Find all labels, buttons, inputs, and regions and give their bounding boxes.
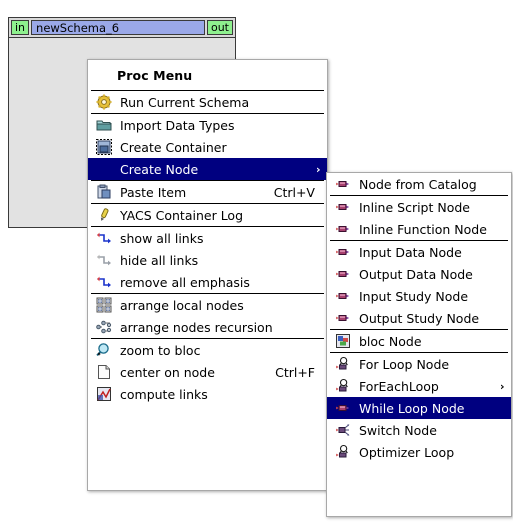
proc-menu-item-center-on-node[interactable]: center on node Ctrl+F xyxy=(88,361,327,383)
proc-menu-item-zoom-to-bloc[interactable]: zoom to bloc xyxy=(88,339,327,361)
create-node-icon xyxy=(94,161,114,177)
create-node-submenu[interactable]: Node from Catalog Inline Script Node Inlin… xyxy=(326,172,512,517)
proc-menu-item-show-all-links[interactable]: show all links xyxy=(88,227,327,249)
submenu-item-label: Output Study Node xyxy=(359,310,480,326)
submenu-item-switch-node[interactable]: Switch Node xyxy=(327,419,511,441)
submenu-item-input-study-node[interactable]: Input Study Node xyxy=(327,285,511,307)
submenu-item-label: Output Data Node xyxy=(359,266,473,282)
show-links-icon xyxy=(94,230,114,246)
log-icon xyxy=(94,207,114,223)
arrange-recursion-icon xyxy=(94,319,114,335)
proc-menu-item-compute-links[interactable]: compute links xyxy=(88,383,327,405)
proc-menu-item-label: YACS Container Log xyxy=(120,207,244,223)
proc-menu-item-hide-all-links[interactable]: hide all links xyxy=(88,249,327,271)
data-node-icon xyxy=(333,400,353,416)
loop-node-icon xyxy=(333,378,353,394)
schema-node-header: in newSchema_6 out xyxy=(9,18,235,38)
import-folder-icon xyxy=(94,117,114,133)
proc-menu-item-remove-all-emphasis[interactable]: remove all emphasis xyxy=(88,271,327,293)
hide-links-icon xyxy=(94,252,114,268)
submenu-item-label: Inline Script Node xyxy=(359,199,470,215)
proc-menu-item-label: Paste Item xyxy=(120,184,187,200)
proc-menu-title: Proc Menu xyxy=(117,68,193,83)
data-node-icon xyxy=(333,244,353,260)
submenu-item-while-loop-node[interactable]: While Loop Node xyxy=(327,397,511,419)
submenu-item-label: Switch Node xyxy=(359,422,437,438)
submenu-item-label: Input Study Node xyxy=(359,288,469,304)
proc-menu-item-yacs-container-log[interactable]: YACS Container Log xyxy=(88,204,327,226)
proc-menu-item-label: arrange local nodes xyxy=(120,297,244,313)
paste-icon xyxy=(94,184,114,200)
data-node-icon xyxy=(333,199,353,215)
page-icon xyxy=(94,364,114,380)
data-node-icon xyxy=(333,288,353,304)
schema-node-title[interactable]: newSchema_6 xyxy=(31,20,205,35)
proc-menu-item-label: zoom to bloc xyxy=(120,342,201,358)
submenu-item-optimizer-loop[interactable]: Optimizer Loop xyxy=(327,441,511,463)
submenu-item-label: bloc Node xyxy=(359,333,422,349)
submenu-item-label: Node from Catalog xyxy=(359,176,477,192)
proc-menu-item-label: Create Node xyxy=(120,161,199,177)
submenu-item-for-loop-node[interactable]: For Loop Node xyxy=(327,353,511,375)
gear-icon xyxy=(94,94,114,110)
schema-out-port[interactable]: out xyxy=(206,20,233,35)
proc-menu-item-arrange-nodes-recursion[interactable]: arrange nodes recursion xyxy=(88,316,327,338)
submenu-item-inline-script-node[interactable]: Inline Script Node xyxy=(327,196,511,218)
proc-menu-item-arrange-local-nodes[interactable]: arrange local nodes xyxy=(88,294,327,316)
proc-menu-item-label: Run Current Schema xyxy=(120,94,250,110)
proc-context-menu[interactable]: Proc Menu Run Current Schema Import Data … xyxy=(87,59,328,491)
data-node-icon xyxy=(333,176,353,192)
data-node-icon xyxy=(333,221,353,237)
submenu-arrow-icon: ‹ xyxy=(316,162,321,176)
bloc-node-icon xyxy=(333,333,353,349)
submenu-item-foreachloop[interactable]: ForEachLoop ‹ xyxy=(327,375,511,397)
data-node-icon xyxy=(333,310,353,326)
submenu-item-label: Input Data Node xyxy=(359,244,462,260)
proc-menu-item-label: Create Container xyxy=(120,139,227,155)
submenu-item-output-data-node[interactable]: Output Data Node xyxy=(327,263,511,285)
submenu-item-label: For Loop Node xyxy=(359,356,450,372)
submenu-item-label: Inline Function Node xyxy=(359,221,487,237)
submenu-item-output-study-node[interactable]: Output Study Node xyxy=(327,307,511,329)
submenu-item-node-from-catalog[interactable]: Node from Catalog xyxy=(327,173,511,195)
proc-menu-item-create-container[interactable]: Create Container xyxy=(88,136,327,158)
submenu-item-inline-function-node[interactable]: Inline Function Node xyxy=(327,218,511,240)
proc-menu-item-label: Import Data Types xyxy=(120,117,235,133)
submenu-item-label: Optimizer Loop xyxy=(359,444,455,460)
proc-menu-item-create-node[interactable]: Create Node ‹ xyxy=(88,158,327,180)
proc-menu-item-run-current-schema[interactable]: Run Current Schema xyxy=(88,91,327,113)
proc-menu-item-label: show all links xyxy=(120,230,204,246)
submenu-item-bloc-node[interactable]: bloc Node xyxy=(327,330,511,352)
submenu-item-input-data-node[interactable]: Input Data Node xyxy=(327,241,511,263)
proc-menu-item-label: remove all emphasis xyxy=(120,274,250,290)
proc-menu-item-label: arrange nodes recursion xyxy=(120,319,273,335)
menu-item-shortcut: Ctrl+V xyxy=(273,184,315,200)
proc-menu-item-import-data-types[interactable]: Import Data Types xyxy=(88,114,327,136)
submenu-item-label: ForEachLoop xyxy=(359,378,439,394)
magnifier-icon xyxy=(94,342,114,358)
create-container-icon xyxy=(94,139,114,155)
schema-in-port[interactable]: in xyxy=(11,20,30,35)
submenu-arrow-icon: ‹ xyxy=(500,379,505,393)
loop-node-icon xyxy=(333,444,353,460)
proc-menu-body: Run Current Schema Import Data Types Creat… xyxy=(88,91,327,405)
app-root: in newSchema_6 out Proc Menu Run Current… xyxy=(0,0,513,531)
menu-item-shortcut: Ctrl+F xyxy=(275,364,315,380)
data-node-icon xyxy=(333,266,353,282)
proc-menu-item-label: compute links xyxy=(120,386,208,402)
proc-menu-item-label: hide all links xyxy=(120,252,199,268)
remove-emphasis-icon xyxy=(94,274,114,290)
loop-node-icon xyxy=(333,356,353,372)
arrange-local-icon xyxy=(94,297,114,313)
proc-menu-item-label: center on node xyxy=(120,364,215,380)
create-node-submenu-body: Node from Catalog Inline Script Node Inlin… xyxy=(327,173,511,463)
submenu-item-label: While Loop Node xyxy=(359,400,465,416)
proc-menu-item-paste-item[interactable]: Paste Item Ctrl+V xyxy=(88,181,327,203)
switch-node-icon xyxy=(333,422,353,438)
compute-links-icon xyxy=(94,386,114,402)
